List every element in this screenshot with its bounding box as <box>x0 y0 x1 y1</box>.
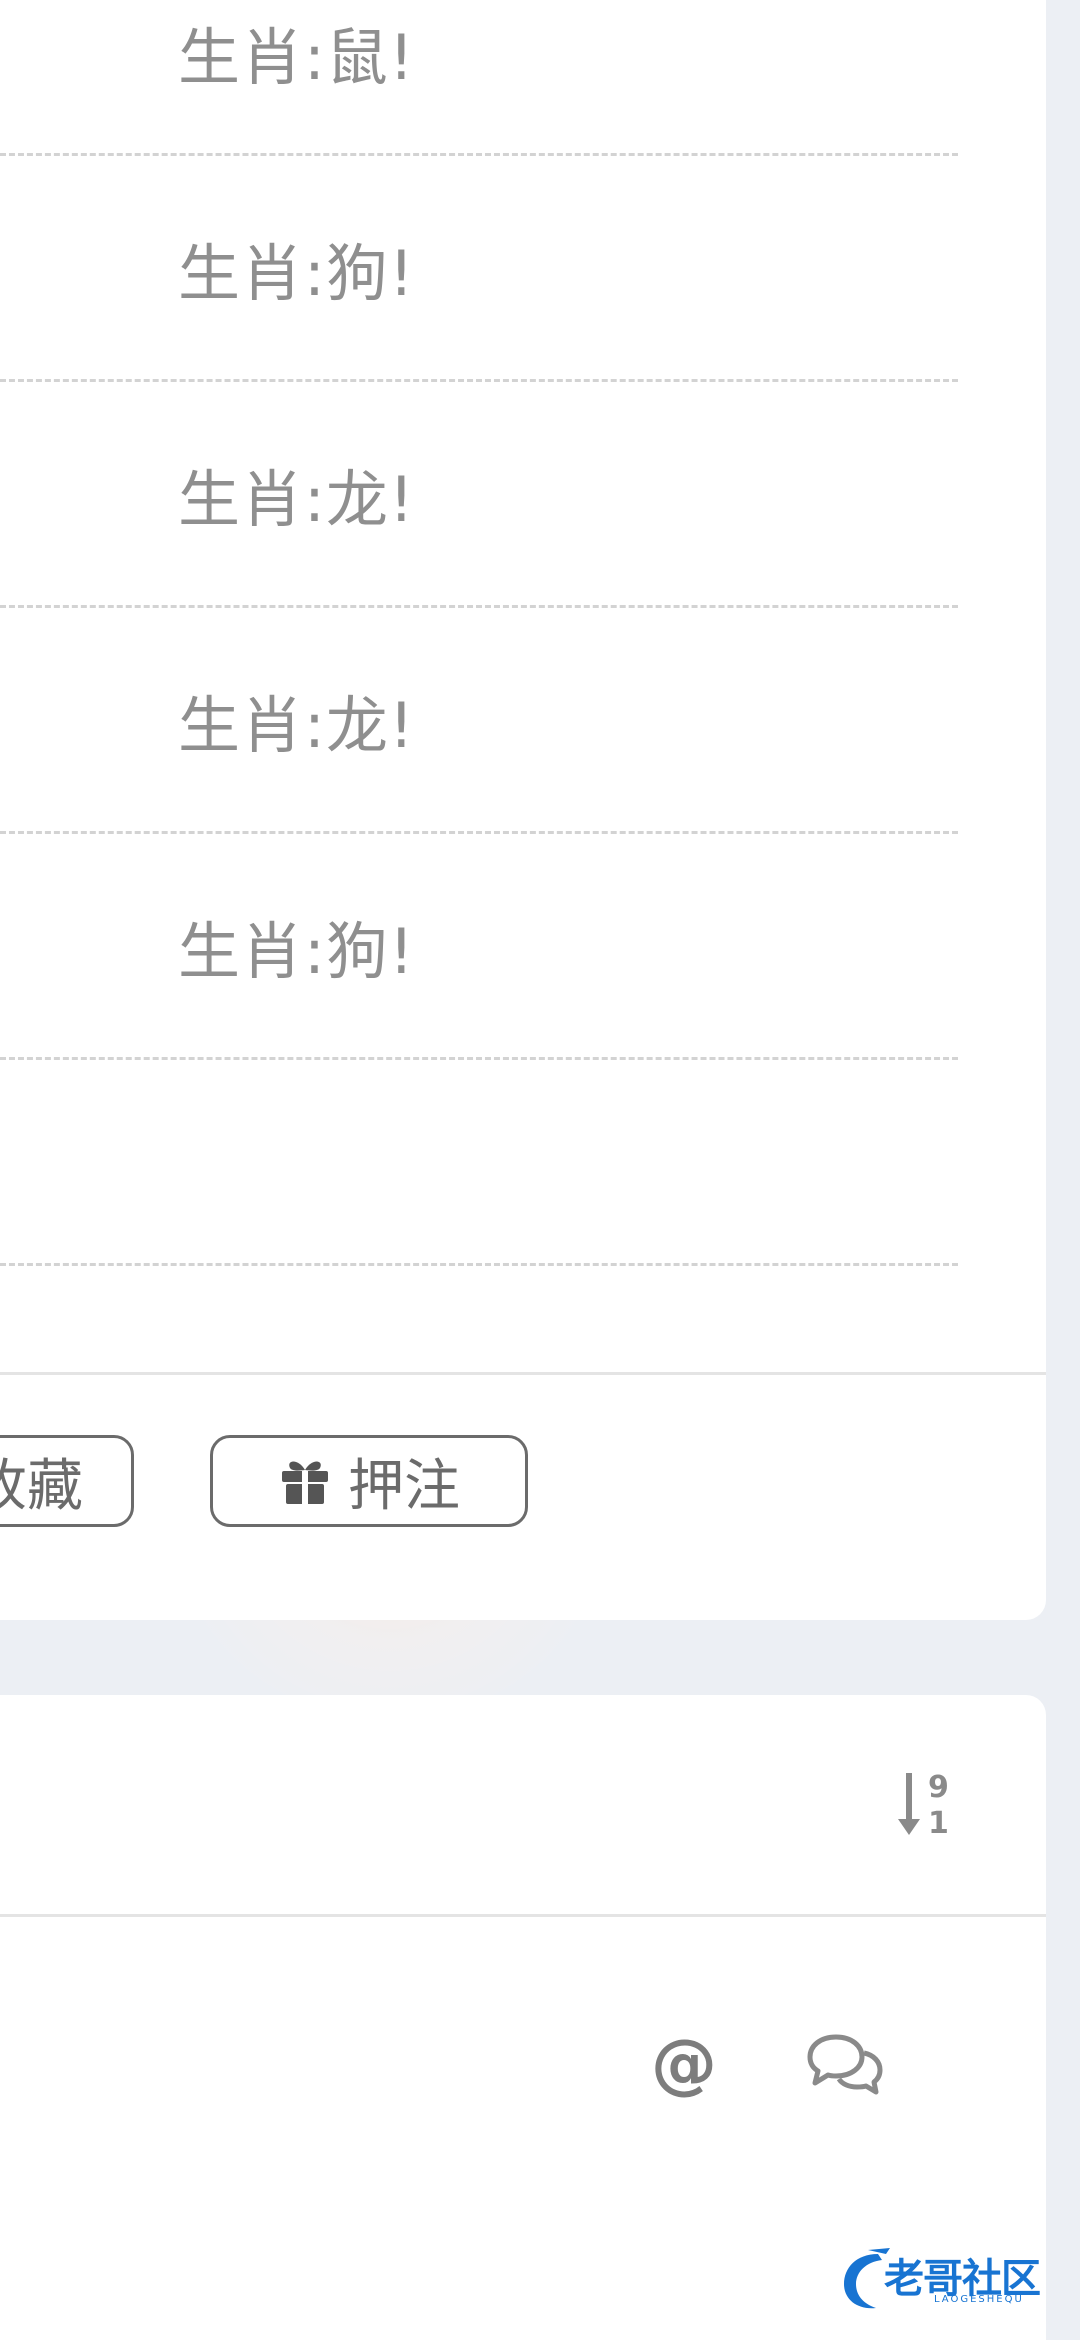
zodiac-result-text: 生肖:狗! <box>178 236 415 310</box>
community-logo: 老哥社区 LAOGESHEQU <box>838 2240 1068 2320</box>
zodiac-result-text: 生肖:鼠! <box>178 21 415 94</box>
zodiac-result-row: 生肖:鼠! <box>0 0 958 156</box>
zodiac-result-text: 生肖:龙! <box>178 688 415 762</box>
zodiac-result-row: 生肖:龙! <box>0 608 958 834</box>
bet-button[interactable]: 押注 <box>210 1435 528 1527</box>
zodiac-result-text: 生肖:龙! <box>178 462 415 536</box>
zodiac-result-row: 生肖:狗! <box>0 834 958 1060</box>
logo-subtitle: LAOGESHEQU <box>934 2294 1024 2305</box>
svg-text:1: 1 <box>928 1806 949 1841</box>
post-card: 生肖:鼠! 生肖:狗! 生肖:龙! 生肖:龙! 生肖:狗! 收藏 押注 <box>0 0 1046 1620</box>
chat-bubbles-icon[interactable] <box>806 2031 884 2097</box>
bet-button-label: 押注 <box>348 1453 460 1517</box>
favorite-button[interactable]: 收藏 <box>0 1435 134 1527</box>
favorite-button-label: 收藏 <box>0 1453 83 1517</box>
sort-numeric-desc-icon[interactable]: 9 1 <box>898 1767 958 1847</box>
zodiac-result-text: 生肖:狗! <box>178 914 415 988</box>
comments-header: 9 1 <box>0 1695 1046 1917</box>
zodiac-result-row: 生肖:狗! <box>0 156 958 382</box>
gift-icon <box>282 1461 328 1504</box>
svg-text:9: 9 <box>928 1770 949 1805</box>
zodiac-result-row: 生肖:龙! <box>0 382 958 608</box>
post-actions-bar: 收藏 押注 <box>0 1372 1046 1620</box>
zodiac-result-row-empty <box>0 1060 958 1266</box>
at-icon[interactable]: @ <box>648 2028 720 2100</box>
